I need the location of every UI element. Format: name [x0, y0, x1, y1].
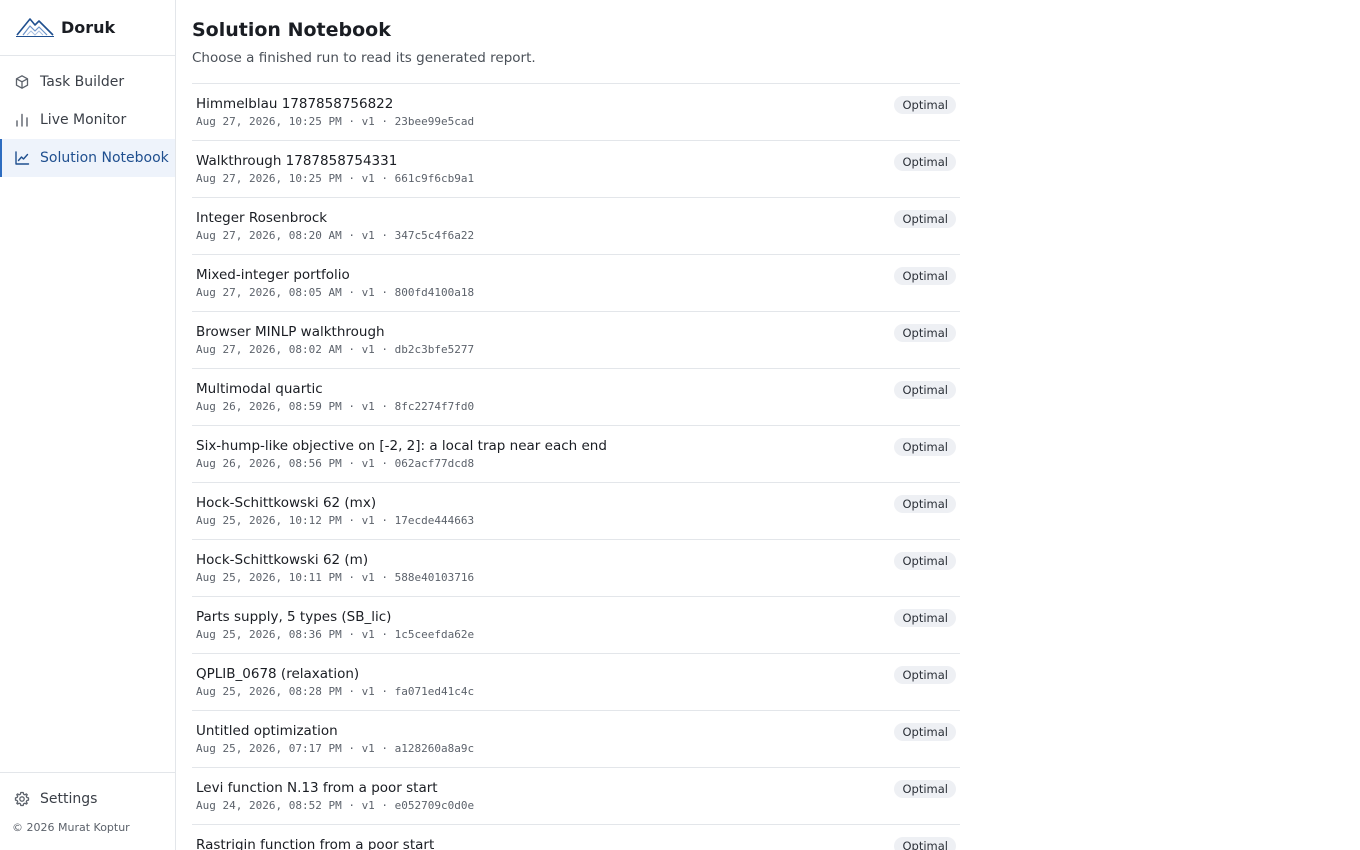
cube-icon	[14, 74, 30, 90]
run-title: Multimodal quartic	[196, 381, 323, 397]
bar-chart-icon	[14, 112, 30, 128]
status-badge: Optimal	[894, 552, 956, 570]
copyright: © 2026 Murat Koptur	[12, 821, 130, 834]
line-chart-icon	[14, 150, 30, 166]
run-title: Mixed-integer portfolio	[196, 267, 350, 283]
run-meta: Aug 24, 2026, 08:52 PM · v1 · e052709c0d…	[196, 799, 475, 812]
sidebar-item-label: Solution Notebook	[40, 150, 169, 166]
sidebar-footer: Settings © 2026 Murat Koptur	[0, 772, 175, 850]
run-row[interactable]: QPLIB_0678 (relaxation) Aug 25, 2026, 08…	[192, 654, 960, 711]
run-title: Integer Rosenbrock	[196, 210, 328, 226]
run-meta: Aug 25, 2026, 10:11 PM · v1 · 588e401037…	[196, 571, 475, 584]
status-badge: Optimal	[894, 96, 956, 114]
sidebar-item-solution-notebook[interactable]: Solution Notebook	[0, 139, 175, 177]
run-meta: Aug 25, 2026, 07:17 PM · v1 · a128260a8a…	[196, 742, 475, 755]
run-title: Untitled optimization	[196, 723, 338, 739]
run-meta: Aug 27, 2026, 08:20 AM · v1 · 347c5c4f6a…	[196, 229, 475, 242]
page-title: Solution Notebook	[192, 19, 391, 41]
run-meta: Aug 26, 2026, 08:56 PM · v1 · 062acf77dc…	[196, 457, 475, 470]
mountain-logo-icon	[15, 13, 61, 43]
run-row[interactable]: Mixed-integer portfolio Aug 27, 2026, 08…	[192, 255, 960, 312]
status-badge: Optimal	[894, 723, 956, 741]
run-title: Hock-Schittkowski 62 (mx)	[196, 495, 377, 511]
run-title: QPLIB_0678 (relaxation)	[196, 666, 360, 682]
run-meta: Aug 27, 2026, 08:02 AM · v1 · db2c3bfe52…	[196, 343, 475, 356]
main-content: Solution Notebook Choose a finished run …	[192, 0, 960, 850]
run-row[interactable]: Six-hump-like objective on [-2, 2]: a lo…	[192, 426, 960, 483]
status-badge: Optimal	[894, 324, 956, 342]
status-badge: Optimal	[894, 780, 956, 798]
run-row[interactable]: Untitled optimization Aug 25, 2026, 07:1…	[192, 711, 960, 768]
run-row[interactable]: Levi function N.13 from a poor start Aug…	[192, 768, 960, 825]
status-badge: Optimal	[894, 609, 956, 627]
run-meta: Aug 26, 2026, 08:59 PM · v1 · 8fc2274f7f…	[196, 400, 475, 413]
run-row[interactable]: Walkthrough 1787858754331 Aug 27, 2026, …	[192, 141, 960, 198]
sidebar-nav: Task Builder Live Monitor Solution Noteb…	[0, 56, 175, 177]
sidebar-item-task-builder[interactable]: Task Builder	[0, 63, 175, 101]
run-title: Walkthrough 1787858754331	[196, 153, 398, 169]
run-list: Himmelblau 1787858756822 Aug 27, 2026, 1…	[192, 83, 960, 850]
run-title: Six-hump-like objective on [-2, 2]: a lo…	[196, 438, 607, 454]
run-row[interactable]: Multimodal quartic Aug 26, 2026, 08:59 P…	[192, 369, 960, 426]
status-badge: Optimal	[894, 438, 956, 456]
run-title: Himmelblau 1787858756822	[196, 96, 394, 112]
status-badge: Optimal	[894, 495, 956, 513]
status-badge: Optimal	[894, 381, 956, 399]
run-title: Hock-Schittkowski 62 (m)	[196, 552, 369, 568]
sidebar-item-settings[interactable]: Settings	[0, 780, 175, 818]
run-row[interactable]: Browser MINLP walkthrough Aug 27, 2026, …	[192, 312, 960, 369]
run-title: Browser MINLP walkthrough	[196, 324, 385, 340]
run-row[interactable]: Himmelblau 1787858756822 Aug 27, 2026, 1…	[192, 84, 960, 141]
status-badge: Optimal	[894, 153, 956, 171]
run-title: Levi function N.13 from a poor start	[196, 780, 438, 796]
run-meta: Aug 25, 2026, 08:36 PM · v1 · 1c5ceefda6…	[196, 628, 475, 641]
run-title: Rastrigin function from a poor start	[196, 837, 435, 850]
run-row[interactable]: Hock-Schittkowski 62 (m) Aug 25, 2026, 1…	[192, 540, 960, 597]
sidebar: Doruk Task Builder Live Monitor Solution…	[0, 0, 176, 850]
brand[interactable]: Doruk	[0, 0, 175, 56]
sidebar-item-live-monitor[interactable]: Live Monitor	[0, 101, 175, 139]
status-badge: Optimal	[894, 837, 956, 850]
status-badge: Optimal	[894, 666, 956, 684]
run-meta: Aug 27, 2026, 10:25 PM · v1 · 661c9f6cb9…	[196, 172, 475, 185]
sidebar-item-label: Live Monitor	[40, 112, 127, 128]
sidebar-item-label: Task Builder	[40, 74, 125, 90]
brand-name: Doruk	[61, 18, 116, 37]
run-meta: Aug 27, 2026, 08:05 AM · v1 · 800fd4100a…	[196, 286, 475, 299]
gear-icon	[14, 791, 30, 807]
run-row[interactable]: Hock-Schittkowski 62 (mx) Aug 25, 2026, …	[192, 483, 960, 540]
status-badge: Optimal	[894, 210, 956, 228]
page-subtitle: Choose a finished run to read its genera…	[192, 50, 536, 66]
sidebar-item-label: Settings	[40, 791, 98, 807]
run-meta: Aug 25, 2026, 08:28 PM · v1 · fa071ed41c…	[196, 685, 475, 698]
run-meta: Aug 27, 2026, 10:25 PM · v1 · 23bee99e5c…	[196, 115, 475, 128]
run-meta: Aug 25, 2026, 10:12 PM · v1 · 17ecde4446…	[196, 514, 475, 527]
run-row[interactable]: Integer Rosenbrock Aug 27, 2026, 08:20 A…	[192, 198, 960, 255]
run-row[interactable]: Rastrigin function from a poor start Opt…	[192, 825, 960, 850]
run-row[interactable]: Parts supply, 5 types (SB_lic) Aug 25, 2…	[192, 597, 960, 654]
run-title: Parts supply, 5 types (SB_lic)	[196, 609, 392, 625]
status-badge: Optimal	[894, 267, 956, 285]
